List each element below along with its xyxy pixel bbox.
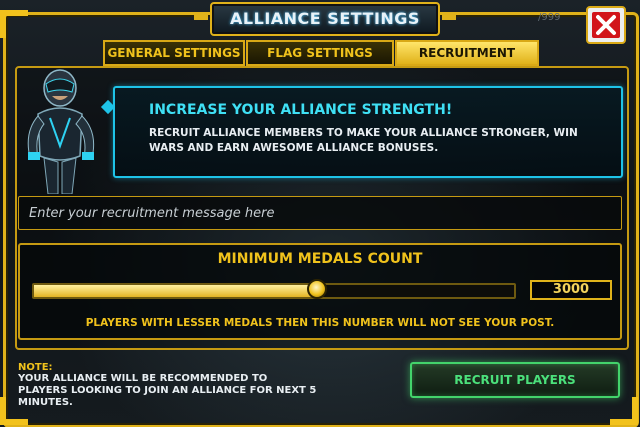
- info-box: INCREASE YOUR ALLIANCE STRENGTH! RECRUIT…: [113, 86, 623, 178]
- corner-decoration: [610, 397, 638, 425]
- slider-handle[interactable]: [307, 279, 328, 299]
- medals-note: PLAYERS WITH LESSER MEDALS THEN THIS NUM…: [85, 317, 555, 329]
- medals-title: MINIMUM MEDALS COUNT: [217, 251, 423, 267]
- tab-recruitment[interactable]: RECRUITMENT: [395, 40, 539, 66]
- tab-flag-settings[interactable]: FLAG SETTINGS: [246, 40, 394, 66]
- medals-value-field[interactable]: 3000: [530, 280, 612, 300]
- window-title: ALLIANCE SETTINGS: [230, 9, 420, 28]
- character-portrait: [8, 66, 108, 195]
- corner-decoration: [0, 10, 28, 38]
- note-text: YOUR ALLIANCE WILL BE RECOMMENDED TO PLA…: [18, 373, 317, 408]
- medals-panel: MINIMUM MEDALS COUNT 3000 PLAYERS WITH L…: [18, 243, 622, 340]
- info-body: RECRUIT ALLIANCE MEMBERS TO MAKE YOUR AL…: [149, 127, 578, 154]
- close-button[interactable]: [586, 6, 626, 44]
- note-label: NOTE:: [18, 362, 53, 373]
- info-title: INCREASE YOUR ALLIANCE STRENGTH!: [149, 102, 453, 118]
- member-count-fragment: /999: [538, 12, 561, 23]
- close-icon: [592, 12, 620, 38]
- recruitment-message-input[interactable]: [18, 196, 622, 230]
- medals-slider[interactable]: [32, 279, 516, 299]
- alliance-settings-window: ALLIANCE SETTINGS /999 GENERAL SETTINGS …: [0, 0, 640, 427]
- recruit-players-button[interactable]: RECRUIT PLAYERS: [410, 362, 620, 398]
- slider-fill: [34, 285, 318, 297]
- tab-general-settings[interactable]: GENERAL SETTINGS: [103, 40, 245, 66]
- title-banner: ALLIANCE SETTINGS: [194, 2, 456, 36]
